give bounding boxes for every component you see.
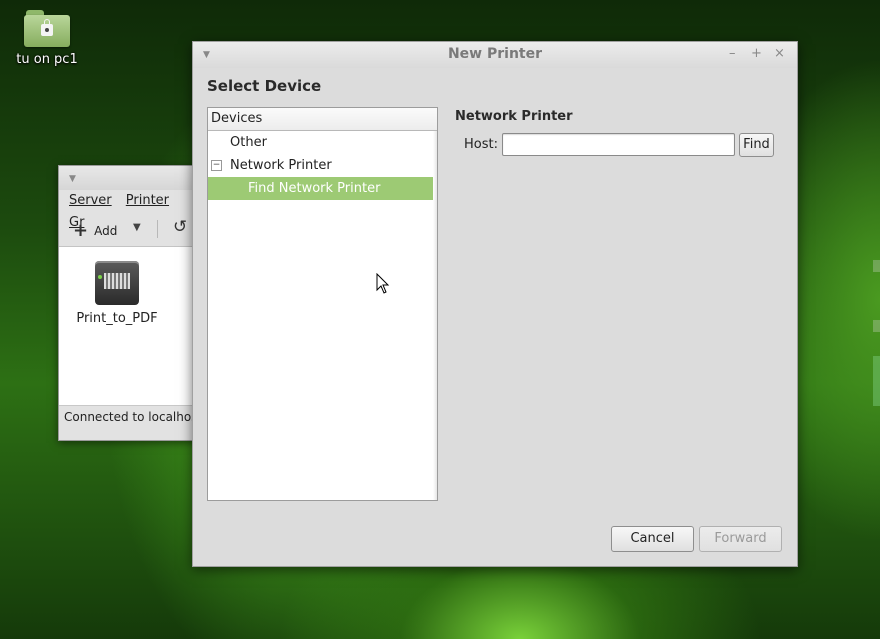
tree-item-label: Other: [230, 135, 267, 150]
host-input[interactable]: [502, 133, 735, 156]
dialog-title: New Printer: [447, 46, 543, 62]
host-label: Host:: [464, 137, 498, 152]
desktop: tu on pc1 ▼ Server Printer Gr + Add ▼ ↺ …: [0, 0, 880, 639]
maximize-icon[interactable]: +: [751, 46, 762, 61]
forward-button[interactable]: Forward: [699, 526, 782, 552]
cancel-button-label: Cancel: [630, 531, 675, 546]
section-title: Network Printer: [455, 109, 573, 124]
window-menu-icon[interactable]: ▼: [69, 174, 76, 184]
tree-item-network-printer[interactable]: − Network Printer: [208, 154, 437, 177]
offscreen-window-edge: [873, 320, 880, 332]
printer-name: Print_to_PDF: [76, 311, 158, 326]
page-title: Select Device: [207, 77, 322, 95]
find-button[interactable]: Find: [739, 133, 774, 157]
printer-icon: [95, 261, 139, 305]
printer-item[interactable]: Print_to_PDF: [75, 261, 159, 326]
tree-item-other[interactable]: Other: [208, 131, 437, 154]
menu-printer[interactable]: Printer: [126, 190, 169, 212]
dialog-titlebar[interactable]: ▼ New Printer – + ×: [193, 42, 797, 68]
plus-icon: +: [73, 220, 89, 241]
add-dropdown-arrow-icon[interactable]: ▼: [133, 222, 141, 233]
cancel-button[interactable]: Cancel: [611, 526, 694, 552]
forward-button-label: Forward: [714, 531, 767, 546]
close-icon[interactable]: ×: [774, 46, 785, 61]
tree-scroll-edge: [433, 131, 437, 500]
find-button-label: Find: [743, 137, 770, 152]
tree-item-label: Network Printer: [230, 158, 332, 173]
minimize-icon[interactable]: –: [729, 46, 736, 61]
add-printer-button[interactable]: + Add: [73, 220, 117, 241]
devices-column-header[interactable]: Devices: [208, 108, 437, 131]
toolbar-separator: [157, 220, 158, 238]
offscreen-window-edge: [873, 356, 880, 406]
new-printer-dialog: ▼ New Printer – + × Select Device Device…: [192, 41, 798, 567]
tree-item-label: Find Network Printer: [248, 181, 381, 196]
menu-server[interactable]: Server: [69, 190, 112, 212]
devices-tree: Devices Other − Network Printer Find Net…: [207, 107, 438, 501]
toolbar: + Add ▼ ↺: [59, 212, 199, 247]
add-button-label: Add: [94, 223, 118, 238]
window-titlebar[interactable]: ▼: [59, 166, 199, 190]
printer-settings-window: ▼ Server Printer Gr + Add ▼ ↺ Print_to_P…: [58, 165, 200, 441]
folder-icon: [24, 8, 70, 48]
desktop-icon-label: tu on pc1: [16, 52, 78, 67]
offscreen-window-edge: [873, 260, 880, 272]
status-bar: Connected to localhost: [59, 405, 199, 428]
menu-bar: Server Printer Gr: [59, 190, 199, 230]
printer-list: Print_to_PDF: [59, 247, 199, 405]
collapse-icon[interactable]: −: [211, 160, 222, 171]
tree-item-find-network-printer[interactable]: Find Network Printer: [208, 177, 437, 200]
mouse-cursor-icon: [376, 272, 390, 299]
refresh-icon[interactable]: ↺: [173, 217, 187, 237]
desktop-icon-network-share[interactable]: tu on pc1: [12, 8, 82, 67]
